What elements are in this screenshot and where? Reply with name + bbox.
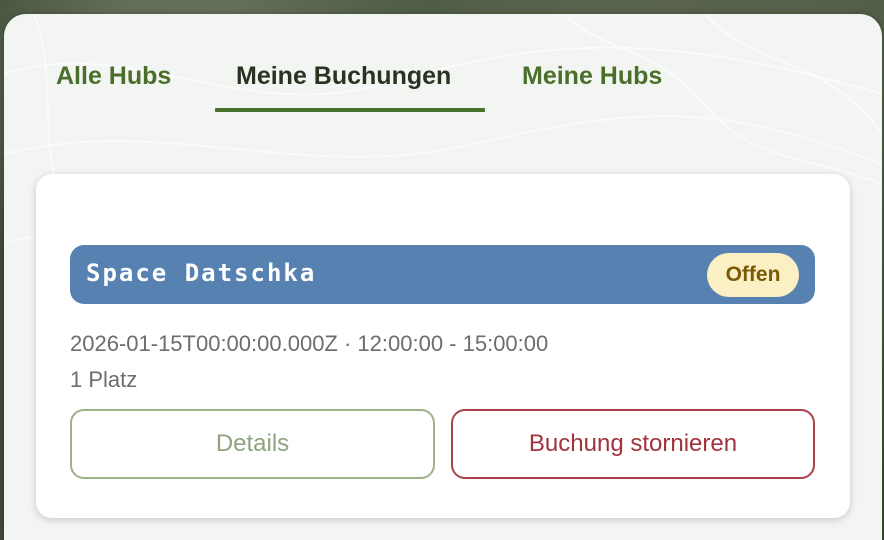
details-button[interactable]: Details	[70, 409, 435, 479]
booking-card: Space Datschka Offen 2026-01-15T00:00:00…	[36, 174, 850, 518]
hub-name: Space Datschka	[86, 259, 317, 287]
booking-datetime: 2026-01-15T00:00:00.000Z · 12:00:00 - 15…	[70, 331, 549, 356]
status-badge: Offen	[707, 253, 799, 297]
tab-bar: Alle Hubs Meine Buchungen Meine Hubs	[4, 14, 882, 114]
tab-meine-buchungen[interactable]: Meine Buchungen	[236, 62, 451, 91]
hub-banner: Space Datschka Offen	[70, 245, 815, 304]
cancel-booking-button[interactable]: Buchung stornieren	[451, 409, 815, 479]
booking-info: 2026-01-15T00:00:00.000Z · 12:00:00 - 15…	[70, 326, 548, 398]
tab-meine-hubs[interactable]: Meine Hubs	[522, 62, 662, 91]
active-tab-indicator	[215, 108, 485, 112]
bookings-panel: Alle Hubs Meine Buchungen Meine Hubs Spa…	[4, 14, 882, 540]
tab-alle-hubs[interactable]: Alle Hubs	[56, 62, 171, 91]
booking-seats: 1 Platz	[70, 367, 138, 392]
